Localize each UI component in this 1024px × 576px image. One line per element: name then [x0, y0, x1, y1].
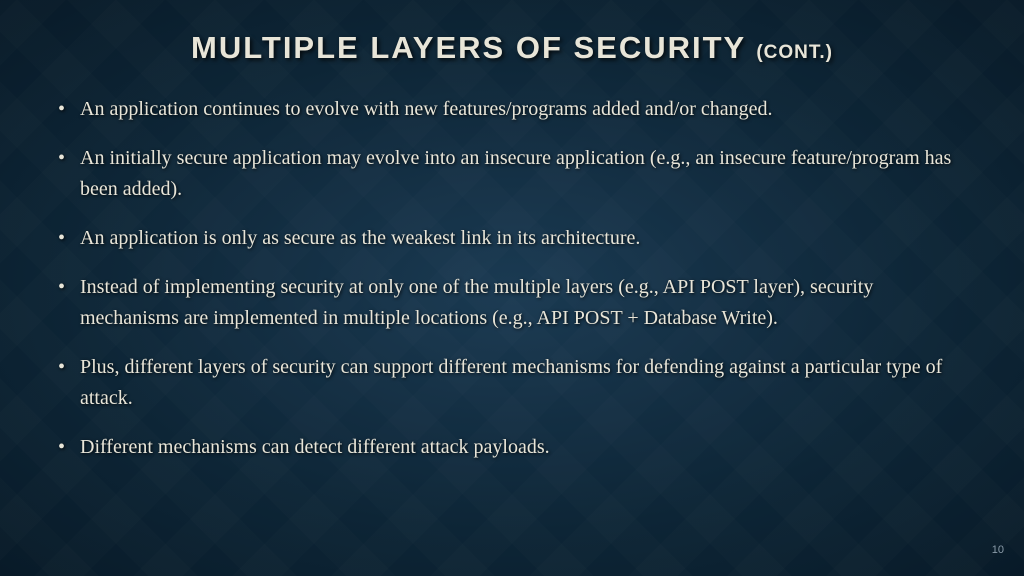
slide-container: MULTIPLE LAYERS OF SECURITY (CONT.) An a… [0, 0, 1024, 576]
title-suffix: (CONT.) [756, 42, 833, 63]
list-item: An initially secure application may evol… [58, 143, 974, 205]
bullet-list: An application continues to evolve with … [50, 94, 974, 463]
list-item: Different mechanisms can detect differen… [58, 432, 974, 463]
title-main: MULTIPLE LAYERS OF SECURITY [191, 30, 746, 65]
list-item: An application continues to evolve with … [58, 94, 974, 125]
list-item: Instead of implementing security at only… [58, 272, 974, 334]
page-number: 10 [992, 544, 1004, 556]
list-item: Plus, different layers of security can s… [58, 352, 974, 414]
slide-title: MULTIPLE LAYERS OF SECURITY (CONT.) [50, 30, 974, 66]
list-item: An application is only as secure as the … [58, 223, 974, 254]
